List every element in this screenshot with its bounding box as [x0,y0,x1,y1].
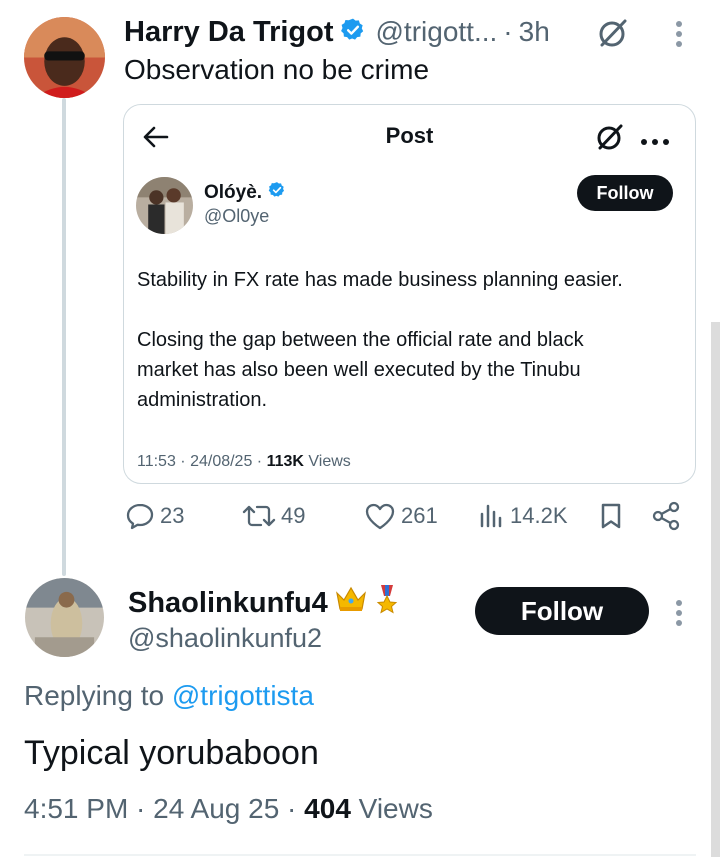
views-button[interactable]: 14.2K [478,500,568,532]
quoted-paragraph-2-line-3: administration. [137,389,268,411]
analytics-icon [480,504,502,528]
author-name[interactable]: Harry Da Trigot [124,16,334,49]
replying-mention-link[interactable]: @trigottista [172,680,314,711]
reply-meta: 4:51 PM · 24 Aug 25 · 404 Views [24,793,433,825]
quoted-post-text: Stability in FX rate has made business p… [137,265,682,415]
reply-views-count: 404 [304,793,351,824]
verified-badge-icon [340,17,366,48]
replying-prefix: Replying to [24,680,172,711]
quoted-timestamp[interactable]: 11:53 · 24/08/25 · [137,453,267,470]
grok-icon[interactable] [594,121,626,153]
more-options-icon[interactable] [671,598,687,628]
tweet-action-bar: 23 49 261 14.2K [0,500,720,540]
reply-author-name-text[interactable]: Shaolinkunfu4 [128,587,328,620]
avatar[interactable] [25,578,104,657]
quoted-views-count: 113K [266,453,304,470]
like-count: 261 [401,503,438,528]
crown-emoji-icon [334,584,368,622]
reply-text: Typical yorubaboon [24,734,319,772]
quoted-views-label: Views [303,453,351,470]
replying-to: Replying to @trigottista [24,680,314,712]
scrollbar[interactable] [711,322,720,857]
divider [24,854,696,856]
quoted-author-name[interactable]: Olóyè. [204,181,286,205]
follow-button[interactable]: Follow [577,175,673,211]
views-count: 14.2K [510,503,568,528]
quoted-paragraph-2-line-2: market has also been well executed by th… [137,359,581,381]
quoted-paragraph-1: Stability in FX rate has made business p… [137,269,623,291]
quoted-post-card[interactable]: Post Olóyè. @Ol0ye Follow Stability in F… [123,104,696,484]
like-button[interactable]: 261 [363,500,438,532]
military-medal-icon [374,583,400,623]
reply-author-name[interactable]: Shaolinkunfu4 [128,583,400,623]
reply-timestamp[interactable]: 4:51 PM · 24 Aug 25 · [24,793,304,824]
reply-views-label: Views [350,793,433,824]
quoted-post-meta: 11:53 · 24/08/25 · 113K Views [137,453,351,471]
tweet-text: Observation no be crime [124,54,430,85]
tweet-time[interactable]: 3h [519,16,550,48]
reply-icon [126,503,154,530]
avatar[interactable] [24,17,105,98]
share-icon [652,501,680,531]
more-horizontal-icon[interactable] [640,133,670,145]
author-handle[interactable]: @trigott... [376,16,498,48]
more-options-icon[interactable] [671,19,687,49]
follow-button[interactable]: Follow [475,587,649,635]
quoted-paragraph-2-line-1: Closing the gap between the official rat… [137,329,584,351]
tweet-header: Harry Da Trigot @trigott... · 3h [124,12,550,52]
heart-icon [365,503,395,530]
repost-button[interactable]: 49 [241,500,305,532]
reply-count: 23 [160,503,185,528]
repost-count: 49 [281,503,306,528]
quoted-author-handle[interactable]: @Ol0ye [204,206,269,227]
quoted-author-name-text[interactable]: Olóyè. [204,182,262,204]
bookmark-button[interactable] [598,500,628,532]
repost-icon [242,505,276,527]
reply-button[interactable]: 23 [124,500,184,532]
grok-icon[interactable] [595,15,631,51]
quoted-author-avatar[interactable] [136,177,193,234]
paragraph-spacer [137,295,682,325]
reply-author-handle[interactable]: @shaolinkunfu2 [128,623,322,654]
bookmark-icon [601,503,621,529]
verified-badge-icon [268,181,286,205]
share-button[interactable] [650,500,686,532]
separator-dot: · [503,16,513,47]
